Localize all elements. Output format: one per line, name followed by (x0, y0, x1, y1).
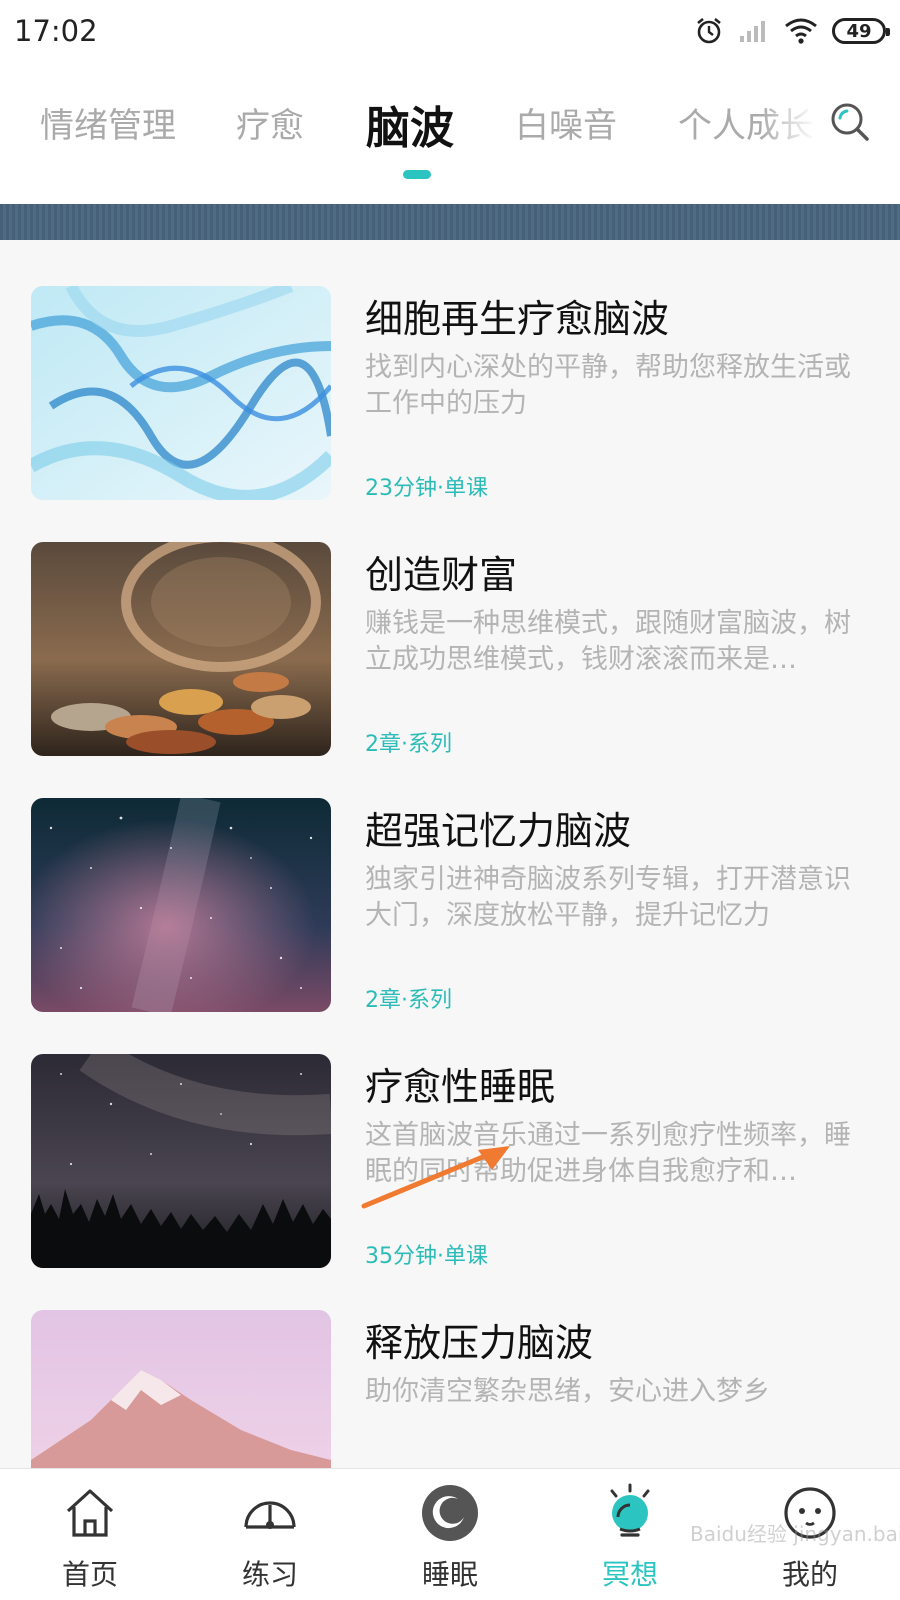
meditation-icon (610, 1483, 650, 1537)
nav-sleep[interactable]: 睡眠 (360, 1469, 540, 1600)
nav-profile[interactable]: 我的 (720, 1469, 900, 1600)
night-forest-image (31, 1054, 331, 1268)
night-forest-art (31, 1054, 331, 1268)
tab-healing[interactable]: 疗愈 (236, 98, 304, 147)
blue-marble-image (31, 286, 331, 500)
course-description: 这首脑波音乐通过一系列愈疗性频率，睡眠的同时帮助促进身体自我愈疗和… (365, 1120, 851, 1187)
tab-white-noise[interactable]: 白噪音 (515, 98, 617, 147)
nav-label: 冥想 (601, 1558, 658, 1591)
battery-indicator: 49 (832, 18, 890, 44)
nav-label: 睡眠 (421, 1558, 478, 1591)
course-description: 独家引进神奇脑波系列专辑，打开潜意识大门，深度放松平静，提升记忆力 (365, 864, 851, 931)
course-item[interactable]: 超强记忆力脑波 独家引进神奇脑波系列专辑，打开潜意识大门，深度放松平静，提升记忆… (0, 752, 900, 1013)
nav-home[interactable]: 首页 (0, 1469, 180, 1600)
course-item[interactable]: 疗愈性睡眠 这首脑波音乐通过一系列愈疗性频率，睡眠的同时帮助促进身体自我愈疗和…… (0, 1008, 900, 1269)
tab-emotion-management[interactable]: 情绪管理 (40, 98, 176, 147)
pink-mountain-art (31, 1310, 331, 1468)
course-description: 助你清空繁杂思绪，安心进入梦乡 (365, 1376, 770, 1407)
battery-level: 49 (846, 20, 872, 42)
nav-practice[interactable]: 练习 (180, 1469, 360, 1600)
pink-mountain-image (31, 1310, 331, 1468)
course-title: 疗愈性睡眠 (365, 1065, 556, 1109)
coin-jar-art (31, 542, 331, 756)
signal-icon (740, 21, 765, 42)
course-item[interactable]: 创造财富 赚钱是一种思维模式，跟随财富脑波，树立成功思维模式，钱财滚滚而来是… … (0, 496, 900, 757)
moon-icon (422, 1485, 478, 1541)
course-description: 找到内心深处的平静，帮助您释放生活或工作中的压力 (365, 352, 851, 419)
nav-label: 我的 (781, 1558, 838, 1591)
wifi-icon (785, 18, 817, 44)
home-icon (66, 1489, 114, 1537)
blue-marble-art (31, 286, 331, 500)
bottom-nav: 首页 练习 睡眠 冥想 我的 (0, 1468, 900, 1600)
course-list: 细胞再生疗愈脑波 找到内心深处的平静，帮助您释放生活或工作中的压力 23分钟·单… (0, 240, 900, 1468)
milky-way-image (31, 798, 331, 1012)
course-title: 超强记忆力脑波 (365, 809, 632, 853)
nav-meditation[interactable]: 冥想 (540, 1469, 720, 1600)
status-icons: 49 (694, 12, 890, 50)
alarm-icon (697, 17, 721, 44)
status-time: 17:02 (14, 14, 98, 48)
gauge-icon (244, 1501, 296, 1529)
active-tab-indicator (403, 170, 431, 179)
category-tab-bar: 情绪管理 疗愈 脑波 白噪音 个人成长 (0, 62, 900, 204)
course-description: 赚钱是一种思维模式，跟随财富脑波，树立成功思维模式，钱财滚滚而来是… (365, 608, 851, 675)
course-title: 释放压力脑波 (365, 1321, 594, 1365)
course-title: 细胞再生疗愈脑波 (365, 297, 670, 341)
face-icon (784, 1487, 836, 1539)
banner-image-edge[interactable] (0, 204, 900, 240)
nav-label: 首页 (61, 1558, 118, 1591)
search-icon[interactable] (828, 100, 872, 144)
coin-jar-image (31, 542, 331, 756)
status-bar: 17:02 49 (0, 0, 900, 62)
nav-label: 练习 (241, 1558, 298, 1591)
tab-brainwave[interactable]: 脑波 (366, 92, 454, 156)
course-item[interactable]: 细胞再生疗愈脑波 找到内心深处的平静，帮助您释放生活或工作中的压力 23分钟·单… (0, 240, 900, 501)
course-item[interactable]: 释放压力脑波 助你清空繁杂思绪，安心进入梦乡 (0, 1264, 900, 1468)
course-title: 创造财富 (365, 553, 518, 597)
milky-way-art (31, 798, 331, 1012)
